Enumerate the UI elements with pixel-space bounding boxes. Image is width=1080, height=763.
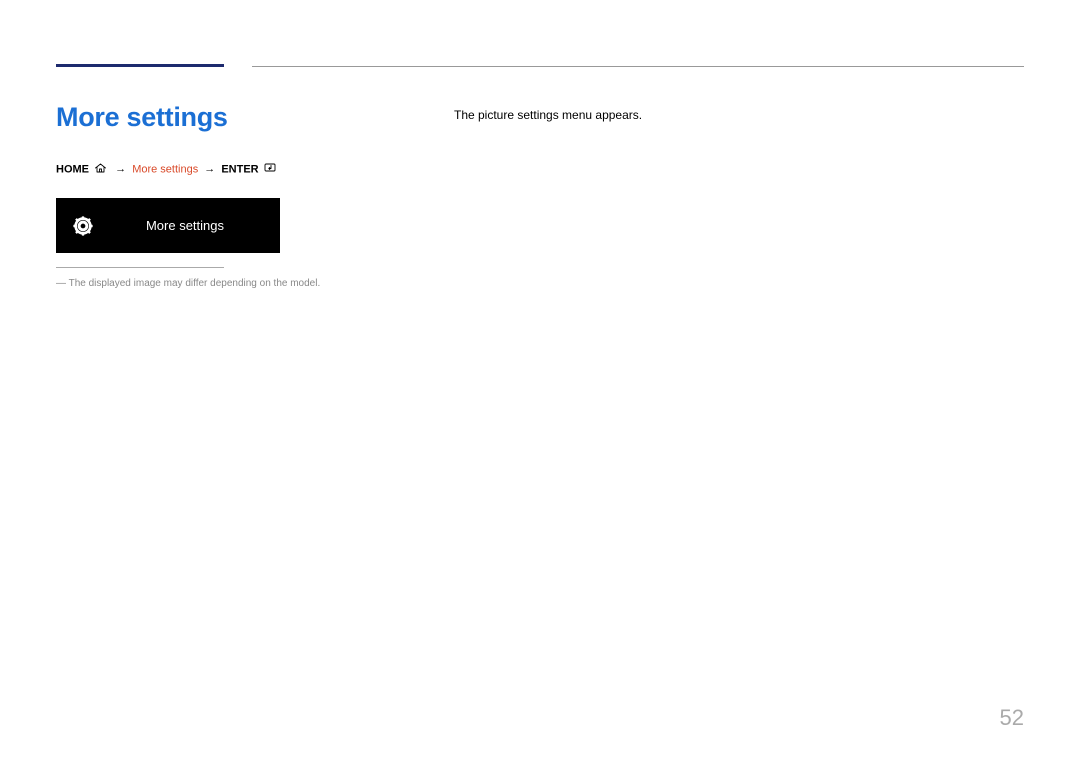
arrow-icon: → bbox=[204, 163, 215, 175]
menu-tile-more-settings: More settings bbox=[56, 198, 280, 253]
home-icon bbox=[94, 163, 107, 176]
right-column: The picture settings menu appears. bbox=[454, 102, 1024, 289]
page-number: 52 bbox=[1000, 705, 1024, 731]
top-rule bbox=[56, 64, 1024, 70]
breadcrumb-home: HOME bbox=[56, 163, 89, 175]
body-text: The picture settings menu appears. bbox=[454, 108, 1024, 122]
note-text: ― The displayed image may differ dependi… bbox=[56, 278, 434, 289]
menu-tile-label: More settings bbox=[110, 218, 280, 233]
note-rule bbox=[56, 267, 224, 268]
arrow-icon: → bbox=[115, 163, 126, 175]
enter-icon bbox=[264, 163, 278, 176]
left-column: More settings HOME → More settings → ENT… bbox=[56, 102, 454, 289]
breadcrumb: HOME → More settings → ENTER bbox=[56, 163, 434, 176]
breadcrumb-step: More settings bbox=[132, 163, 198, 175]
gear-icon bbox=[56, 215, 110, 237]
page-title: More settings bbox=[56, 102, 434, 133]
breadcrumb-enter: ENTER bbox=[221, 163, 258, 175]
